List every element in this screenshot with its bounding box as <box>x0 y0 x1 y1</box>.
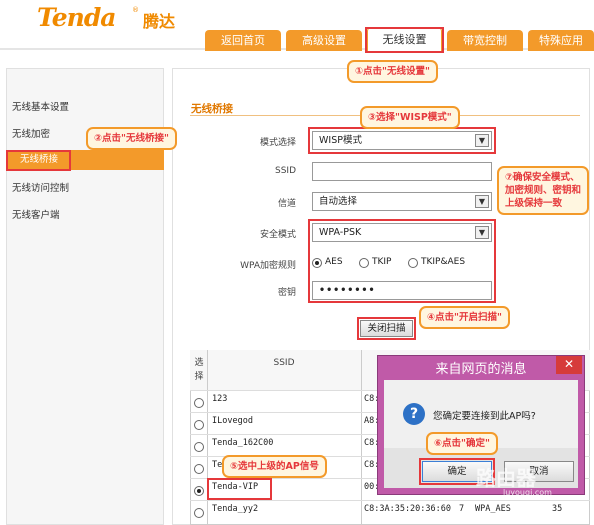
col-divider <box>361 350 362 525</box>
ap-mac-5: C8:3A:35:20:36:60 <box>364 504 451 514</box>
ap-signal-5: 35 <box>552 504 563 514</box>
tenda-logo-cn: 腾达 <box>143 12 176 31</box>
watermark-url: luyouqi.com <box>503 488 552 497</box>
annotation-box-ap <box>207 478 272 500</box>
sidebar-item-basic[interactable]: 无线基本设置 <box>12 100 162 116</box>
ap-radio-2[interactable] <box>194 442 204 452</box>
col-select-text: 选 择 <box>194 358 204 382</box>
dialog-message: 您确定要连接到此AP吗? <box>433 411 536 422</box>
annotation-box-mode <box>308 127 496 154</box>
channel-label: 信道 <box>277 199 296 209</box>
key-label: 密钥 <box>277 288 296 298</box>
wpa-rule-label: WPA加密规则 <box>240 261 296 271</box>
ap-security-5: WPA_AES <box>475 504 511 514</box>
sidebar-item-client[interactable]: 无线客户端 <box>12 208 162 224</box>
callout-step-3: ③选择"WISP模式" <box>360 106 460 129</box>
tab-special[interactable]: 特殊应用 <box>528 30 594 51</box>
dialog-title: 来自网页的消息 <box>435 362 527 377</box>
col-select-header: 选 择 <box>192 356 206 384</box>
col-ssid-header: SSID <box>273 358 295 368</box>
ap-ssid-2: Tenda_162C00 <box>212 438 274 448</box>
ap-radio-5[interactable] <box>194 508 204 518</box>
callout-step-7: ⑦确保安全模式、加密规则、密钥和上级保持一致 <box>497 166 589 215</box>
tenda-logo: Tenda <box>37 3 116 32</box>
security-label: 安全模式 <box>259 230 296 240</box>
ap-radio-1[interactable] <box>194 420 204 430</box>
channel-select-value: 自动选择 <box>319 196 358 207</box>
channel-select[interactable]: 自动选择 ▼ <box>312 192 492 211</box>
row-divider <box>190 500 590 501</box>
ap-radio-0[interactable] <box>194 398 204 408</box>
ap-ssid-5: Tenda_yy2 <box>212 504 259 514</box>
callout-step-5: ⑤选中上级的AP信号 <box>222 455 327 478</box>
ap-channel-5: 7 <box>459 504 465 514</box>
ap-ssid-1: ILovegod <box>212 416 253 426</box>
chevron-down-icon: ▼ <box>475 195 489 208</box>
ap-ssid-0: 123 <box>212 394 228 404</box>
annotation-box-security <box>308 219 496 303</box>
annotation-box-wireless-tab <box>365 27 444 53</box>
callout-step-2: ②点击"无线桥接" <box>86 127 177 150</box>
callout-step-6: ⑥点击"确定" <box>426 432 498 455</box>
callout-step-1: ①点击"无线设置" <box>347 60 438 83</box>
annotation-box-scan <box>357 317 416 340</box>
ap-radio-3[interactable] <box>194 464 204 474</box>
annotation-box-bridge <box>6 150 71 171</box>
tab-advanced[interactable]: 高级设置 <box>286 30 362 51</box>
tab-home[interactable]: 返回首页 <box>205 30 281 51</box>
callout-step-4: ④点击"开启扫描" <box>419 306 510 329</box>
sidebar-item-access-control[interactable]: 无线访问控制 <box>12 181 162 197</box>
ssid-label: SSID <box>274 166 296 176</box>
watermark-logo: 路由器 <box>476 466 536 490</box>
close-icon[interactable]: ✕ <box>556 356 582 374</box>
ap-radio-4[interactable] <box>194 486 204 496</box>
registered-mark: ® <box>132 6 139 14</box>
mode-label: 模式选择 <box>259 138 296 148</box>
ssid-input[interactable] <box>312 162 492 181</box>
question-icon: ? <box>403 403 425 425</box>
section-title: 无线桥接 <box>191 103 233 115</box>
tab-bandwidth[interactable]: 带宽控制 <box>447 30 523 51</box>
